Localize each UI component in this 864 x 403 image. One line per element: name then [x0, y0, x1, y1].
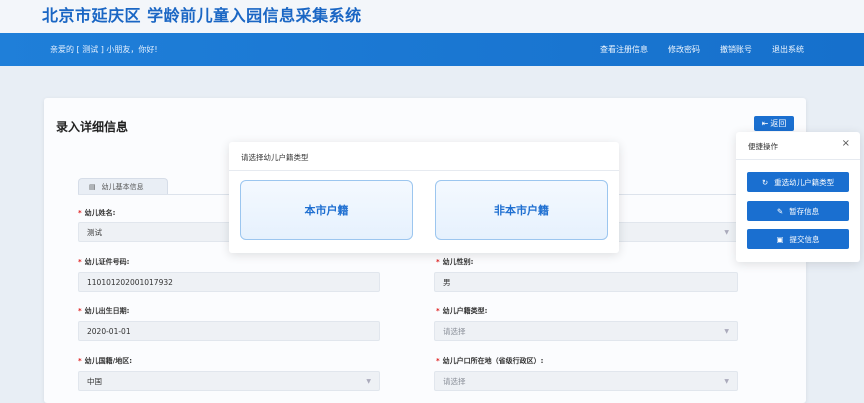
field-gender-label: * 幼儿性别: — [436, 258, 474, 266]
birth-date-input[interactable]: 2020-01-01 — [78, 321, 380, 341]
nationality-select[interactable]: 中国 ▼ — [78, 371, 380, 391]
reselect-hukou-button[interactable]: ↻ 重选幼儿户籍类型 — [747, 172, 849, 192]
return-button[interactable]: ⇤ 返回 — [754, 116, 794, 131]
submit-button[interactable]: ▣ 提交信息 — [747, 229, 849, 249]
chevron-down-icon: ▼ — [724, 378, 729, 385]
gender-input[interactable]: 男 — [434, 272, 738, 292]
hukou-location-select[interactable]: 请选择 ▼ — [434, 371, 738, 391]
document-icon: ▣ — [776, 234, 784, 244]
nav-link-change-password[interactable]: 修改密码 — [668, 44, 700, 55]
quick-actions-title: 便捷操作 — [748, 142, 778, 151]
tab-child-basic-info[interactable]: ▤ 幼儿基本信息 — [78, 178, 168, 194]
modal-divider — [229, 170, 619, 171]
option-non-local-hukou[interactable]: 非本市户籍 — [435, 180, 608, 240]
quick-actions-panel: 便捷操作 × ↻ 重选幼儿户籍类型 ✎ 暂存信息 ▣ 提交信息 — [736, 132, 860, 262]
hukou-type-select[interactable]: 请选择 ▼ — [434, 321, 738, 341]
return-arrow-icon: ⇤ — [761, 119, 769, 128]
field-hukou-type-label: * 幼儿户籍类型: — [436, 307, 488, 315]
field-name-label: * 幼儿姓名: — [78, 209, 116, 217]
field-birth-label: * 幼儿出生日期: — [78, 307, 130, 315]
field-nationality-label: * 幼儿国籍/地区: — [78, 357, 133, 365]
hukou-location-placeholder: 请选择 — [443, 376, 466, 386]
return-label: 返回 — [770, 119, 787, 128]
page-title: 录入详细信息 — [56, 120, 129, 134]
nav-link-logout[interactable]: 退出系统 — [772, 44, 804, 55]
save-draft-label: 暂存信息 — [789, 206, 820, 216]
field-id-label: * 幼儿证件号码: — [78, 258, 130, 266]
navbar: 亲爱的 [ 测试 ] 小朋友，你好! 查看注册信息 修改密码 撤销账号 退出系统 — [0, 33, 864, 66]
close-icon[interactable]: × — [842, 138, 850, 149]
tab-label: 幼儿基本信息 — [101, 182, 144, 191]
nav-links: 查看注册信息 修改密码 撤销账号 退出系统 — [600, 44, 804, 55]
refresh-icon: ↻ — [761, 177, 769, 187]
submit-label: 提交信息 — [789, 234, 820, 244]
modal-title: 请选择幼儿户籍类型 — [241, 153, 309, 162]
nav-link-cancel-account[interactable]: 撤销账号 — [720, 44, 752, 55]
greeting-text: 亲爱的 [ 测试 ] 小朋友，你好! — [50, 45, 158, 54]
document-icon: ▤ — [89, 182, 96, 191]
save-draft-button[interactable]: ✎ 暂存信息 — [747, 201, 849, 221]
top-header: 北京市延庆区 学龄前儿童入园信息采集系统 — [0, 0, 864, 34]
id-number-input[interactable]: 110101202001017932 — [78, 272, 380, 292]
hukou-type-modal: 请选择幼儿户籍类型 本市户籍 非本市户籍 — [229, 142, 619, 253]
field-hukou-location-label: * 幼儿户口所在地（省级行政区）: — [436, 357, 544, 365]
chevron-down-icon: ▼ — [724, 328, 729, 335]
pencil-icon: ✎ — [776, 206, 784, 216]
chevron-down-icon: ▼ — [724, 229, 729, 236]
reselect-label: 重选幼儿户籍类型 — [774, 177, 835, 187]
nationality-value: 中国 — [87, 376, 102, 386]
chevron-down-icon: ▼ — [366, 378, 371, 385]
nav-link-view-registration[interactable]: 查看注册信息 — [600, 44, 648, 55]
panel-divider — [736, 159, 860, 160]
option-local-hukou[interactable]: 本市户籍 — [240, 180, 413, 240]
hukou-type-placeholder: 请选择 — [443, 326, 466, 336]
site-title: 北京市延庆区 学龄前儿童入园信息采集系统 — [42, 6, 362, 25]
